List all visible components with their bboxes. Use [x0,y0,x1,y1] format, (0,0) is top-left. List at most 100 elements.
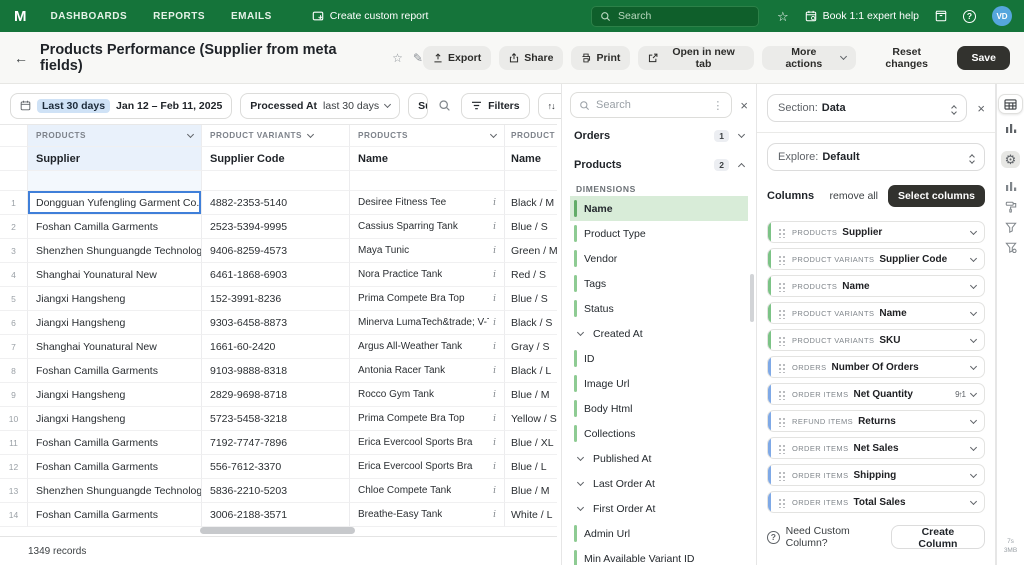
column-group-header[interactable]: PRODUCT VARIANTS [505,125,557,147]
dimension-item[interactable]: Name [570,196,748,221]
cell-product-name[interactable]: Prima Compete Bra Top i [350,287,505,311]
column-filter-input[interactable] [505,171,557,191]
open-in-new-tab-button[interactable]: Open in new tab [638,46,753,70]
group-orders[interactable]: Orders 1 [570,124,748,147]
cell-supplier[interactable]: Jiangxi Hangsheng [28,287,202,311]
cell-supplier-code[interactable]: 6461-1868-6903 [202,263,350,287]
info-icon[interactable]: i [489,294,496,304]
drag-handle-icon[interactable] [778,497,785,508]
cell-product-name[interactable]: Erica Evercool Sports Bra i [350,431,505,455]
cell-product-name[interactable]: Rocco Gym Tank i [350,383,505,407]
vertical-scrollbar[interactable] [750,274,754,322]
drag-handle-icon[interactable] [778,308,785,319]
nav-emails[interactable]: EMAILS [231,11,272,22]
filter-funnel-icon[interactable] [1005,222,1017,233]
cell-supplier-code[interactable]: 9406-8259-4573 [202,239,350,263]
cell-product-name[interactable]: Chloe Compete Tank i [350,479,505,503]
chart-settings-icon[interactable] [1005,181,1017,192]
drag-handle-icon[interactable] [778,416,785,427]
cell-variant-name[interactable]: Blue / M [505,383,557,407]
info-icon[interactable]: i [489,486,496,496]
cell-supplier[interactable]: Shanghai Younatural New [28,335,202,359]
dimension-item[interactable]: Collections [570,421,748,446]
filters-button[interactable]: Filters [461,93,530,119]
date-range-filter[interactable]: Last 30 days Jan 12 – Feb 11, 2025 [10,93,232,119]
cell-variant-name[interactable]: Black / S [505,311,557,335]
info-icon[interactable]: i [489,414,496,424]
dimension-item[interactable]: Image Url [570,371,748,396]
column-chip[interactable]: REFUND ITEMS Returns [767,410,985,432]
app-logo[interactable]: M [14,8,27,25]
cell-product-name[interactable]: Minerva LumaTech&trade; V-Tee i [350,311,505,335]
nav-search-input[interactable]: Search [591,6,759,27]
share-button[interactable]: Share [499,46,563,70]
processed-at-filter[interactable]: Processed At last 30 days [240,93,400,119]
cell-supplier-code[interactable]: 5723-5458-3218 [202,407,350,431]
cell-variant-name[interactable]: Red / S [505,263,557,287]
cell-supplier[interactable]: Foshan Camilla Garments [28,503,202,527]
dimension-item[interactable]: Created At [570,321,748,346]
cell-product-name[interactable]: Breathe-Easy Tank i [350,503,505,527]
cell-product-name[interactable]: Antonia Racer Tank i [350,359,505,383]
export-button[interactable]: Export [423,46,491,70]
column-chip[interactable]: ORDER ITEMS Shipping [767,464,985,486]
settings-gear-icon[interactable]: ⚙ [1001,151,1021,168]
cell-variant-name[interactable]: Blue / XL [505,431,557,455]
drag-handle-icon[interactable] [778,335,785,346]
chevron-down-icon[interactable] [307,131,314,138]
info-icon[interactable]: i [489,462,496,472]
column-filter-input[interactable] [350,171,505,191]
filter-settings-icon[interactable] [1005,242,1017,253]
column-chip[interactable]: ORDER ITEMS Net Quantity 9↑1 [767,383,985,405]
chevron-down-icon[interactable] [970,308,977,315]
cell-variant-name[interactable]: Yellow / S [505,407,557,431]
dimension-item[interactable]: Product Type [570,221,748,246]
cell-supplier[interactable]: Shanghai Younatural New [28,263,202,287]
drag-handle-icon[interactable] [778,443,785,454]
cell-supplier[interactable]: Shenzhen Shunguangde Technology [28,479,202,503]
drag-handle-icon[interactable] [778,362,785,373]
nav-dashboards[interactable]: DASHBOARDS [51,11,128,22]
cell-variant-name[interactable]: Black / M [505,191,557,215]
cell-product-name[interactable]: Cassius Sparring Tank i [350,215,505,239]
cell-variant-name[interactable]: Black / L [505,359,557,383]
info-icon[interactable]: i [489,390,496,400]
dimension-item[interactable]: ID [570,346,748,371]
whats-new-box-icon[interactable] [935,10,947,22]
drag-handle-icon[interactable] [778,389,785,400]
cell-supplier[interactable]: Jiangxi Hangsheng [28,311,202,335]
column-chip[interactable]: ORDER ITEMS Net Sales [767,437,985,459]
info-icon[interactable]: i [489,198,496,208]
column-header-product-name[interactable]: Name [350,147,505,171]
cell-supplier[interactable]: Foshan Camilla Garments [28,215,202,239]
cell-variant-name[interactable]: Blue / L [505,455,557,479]
info-icon[interactable]: i [489,438,496,448]
supplier-filter[interactable]: Supplier is not blank [408,93,428,119]
star-icon[interactable]: ☆ [777,10,789,23]
cell-product-name[interactable]: Nora Practice Tank i [350,263,505,287]
column-header-supplier[interactable]: Supplier [28,147,202,171]
cell-supplier[interactable]: Jiangxi Hangsheng [28,407,202,431]
cell-supplier[interactable]: Shenzhen Shunguangde Technology [28,239,202,263]
chevron-down-icon[interactable] [187,131,194,138]
drag-handle-icon[interactable] [778,281,785,292]
section-select[interactable]: Section: Data [767,94,967,122]
kebab-menu-icon[interactable]: ⋮ [712,99,723,112]
select-columns-button[interactable]: Select columns [888,185,985,207]
cell-supplier-code[interactable]: 1661-60-2420 [202,335,350,359]
cell-variant-name[interactable]: Blue / M [505,479,557,503]
group-products[interactable]: Products 2 [570,153,748,176]
column-header-variant-name[interactable]: Name [505,147,557,171]
column-group-header[interactable]: PRODUCTS [350,125,505,147]
cell-product-name[interactable]: Desiree Fitness Tee i [350,191,505,215]
back-arrow-icon[interactable]: ← [14,50,28,66]
explore-select[interactable]: Explore: Default [767,143,985,171]
column-chip[interactable]: PRODUCT VARIANTS Supplier Code [767,248,985,270]
cell-supplier-code[interactable]: 7192-7747-7896 [202,431,350,455]
column-chip[interactable]: PRODUCTS Name [767,275,985,297]
cell-supplier[interactable]: Foshan Camilla Garments [28,431,202,455]
column-chip[interactable]: PRODUCTS Supplier [767,221,985,243]
dimension-item[interactable]: Published At [570,446,748,471]
user-avatar[interactable]: VD [992,6,1012,26]
dimension-item[interactable]: Body Html [570,396,748,421]
